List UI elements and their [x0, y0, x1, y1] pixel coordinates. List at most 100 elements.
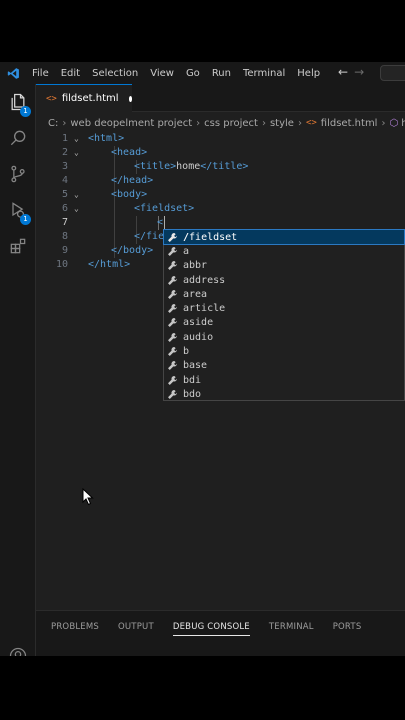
suggestion-item[interactable]: area: [164, 287, 404, 301]
source-control-icon: [8, 164, 28, 188]
symbol-element-icon: ⬡: [389, 117, 399, 129]
tab-problems[interactable]: PROBLEMS: [51, 622, 99, 636]
bottom-panel: PROBLEMS OUTPUT DEBUG CONSOLE TERMINAL P…: [36, 610, 405, 656]
suggestion-item[interactable]: b: [164, 344, 404, 358]
suggestion-label: article: [183, 303, 226, 315]
back-arrow-icon[interactable]: ←: [338, 65, 348, 79]
tab-output[interactable]: OUTPUT: [118, 622, 154, 636]
fold-chevron-icon[interactable]: ⌄: [74, 202, 79, 216]
wrench-icon: [167, 275, 179, 286]
mouse-pointer-icon: [82, 487, 94, 510]
breadcrumb-element[interactable]: html: [401, 118, 405, 129]
breadcrumb-folder-1[interactable]: web deopelment project: [70, 118, 192, 129]
tab-debug-console[interactable]: DEBUG CONSOLE: [172, 622, 250, 636]
suggestion-label: area: [183, 288, 208, 300]
title-bar: File Edit Selection View Go Run Terminal…: [0, 62, 405, 84]
tab-fildset-html[interactable]: <> fildset.html: [36, 84, 132, 112]
suggestion-item[interactable]: a: [164, 244, 404, 258]
breadcrumb-file[interactable]: fildset.html: [321, 118, 378, 129]
suggestion-item[interactable]: aside: [164, 316, 404, 330]
fold-chevron-icon[interactable]: ⌄: [74, 188, 79, 202]
tab-terminal[interactable]: TERMINAL: [269, 622, 314, 636]
suggestion-label: a: [183, 245, 190, 257]
menu-go[interactable]: Go: [180, 68, 206, 79]
suggestion-item[interactable]: address: [164, 273, 404, 287]
code-line: 4 </head>: [36, 174, 405, 188]
code-line: 2 ⌄ <head>: [36, 146, 405, 160]
line-number: 7: [61, 217, 68, 228]
code-text: </html>: [88, 259, 131, 270]
command-center[interactable]: [380, 65, 405, 81]
tab-label: fildset.html: [61, 93, 119, 104]
breadcrumb-folder-2[interactable]: css project: [204, 118, 258, 129]
wrench-icon: [167, 346, 179, 357]
editor-tabs: <> fildset.html: [36, 84, 405, 112]
panel-tabs: PROBLEMS OUTPUT DEBUG CONSOLE TERMINAL P…: [51, 622, 361, 636]
tab-ports[interactable]: PORTS: [333, 622, 362, 636]
suggestion-label: bdi: [183, 374, 202, 386]
menu-selection[interactable]: Selection: [86, 68, 144, 79]
history-nav: ← →: [338, 65, 364, 79]
code-tag: <title>: [134, 161, 177, 172]
vscode-logo-icon: [0, 67, 26, 80]
wrench-icon: [167, 260, 179, 271]
explorer-button[interactable]: 1: [6, 92, 31, 117]
suggestion-item[interactable]: bdo: [164, 387, 404, 401]
wrench-icon: [167, 246, 179, 257]
forward-arrow-icon[interactable]: →: [354, 65, 364, 79]
line-number: 5: [61, 189, 68, 200]
code-text: <html>: [88, 133, 125, 144]
source-control-button[interactable]: [6, 164, 30, 188]
chevron-right-icon: ›: [196, 117, 201, 129]
debug-badge: 1: [20, 214, 31, 225]
code-text: </fie: [134, 231, 165, 242]
vscode-window: File Edit Selection View Go Run Terminal…: [0, 62, 405, 656]
suggest-widget: / fieldset a abbr address area article aside au…: [163, 228, 405, 401]
code-content: home: [176, 161, 201, 172]
suggestion-item[interactable]: base: [164, 359, 404, 373]
chevron-right-icon: ›: [297, 117, 302, 129]
line-number: 6: [61, 203, 68, 214]
fold-chevron-icon[interactable]: ⌄: [74, 132, 79, 146]
text-caret: [164, 216, 165, 229]
menu-view[interactable]: View: [144, 68, 180, 79]
chevron-right-icon: ›: [261, 117, 266, 129]
unsaved-dot-icon[interactable]: [128, 95, 132, 102]
suggestion-item[interactable]: audio: [164, 330, 404, 344]
search-icon: [8, 128, 28, 152]
code-line: 5 ⌄ <body>: [36, 188, 405, 202]
suggestion-item-selected[interactable]: / fieldset: [163, 228, 405, 246]
suggestion-label: abbr: [183, 260, 208, 272]
search-button[interactable]: [6, 128, 30, 152]
suggestion-item[interactable]: bdi: [164, 373, 404, 387]
run-debug-button[interactable]: 1: [6, 200, 31, 225]
suggestion-label: address: [183, 274, 226, 286]
line-number: 1: [61, 133, 68, 144]
explorer-badge: 1: [20, 106, 31, 117]
code-tag: </title>: [200, 161, 249, 172]
line-number: 4: [61, 175, 68, 186]
menu-file[interactable]: File: [26, 68, 55, 79]
accounts-button[interactable]: [6, 646, 30, 656]
wrench-icon: [167, 375, 179, 386]
account-icon: [8, 646, 28, 656]
extensions-button[interactable]: [6, 236, 30, 260]
wrench-icon: [167, 232, 179, 243]
suggestion-label: bdo: [183, 388, 202, 400]
suggestion-item[interactable]: abbr: [164, 259, 404, 273]
code-text: </body>: [111, 245, 154, 256]
menu-terminal[interactable]: Terminal: [237, 68, 291, 79]
code-line: 1 ⌄ <html>: [36, 132, 405, 146]
suggestion-item[interactable]: article: [164, 301, 404, 315]
menu-help[interactable]: Help: [291, 68, 326, 79]
breadcrumb-drive[interactable]: C:: [48, 118, 58, 129]
fold-chevron-icon[interactable]: ⌄: [74, 146, 79, 160]
menu-run[interactable]: Run: [206, 68, 237, 79]
menu-edit[interactable]: Edit: [55, 68, 86, 79]
code-line-current: 7 <: [36, 216, 405, 230]
line-number: 9: [61, 245, 68, 256]
wrench-icon: [167, 303, 179, 314]
code-text: <title>home</title>: [134, 160, 248, 174]
breadcrumb-folder-3[interactable]: style: [270, 118, 294, 129]
code-text: <body>: [111, 189, 148, 200]
